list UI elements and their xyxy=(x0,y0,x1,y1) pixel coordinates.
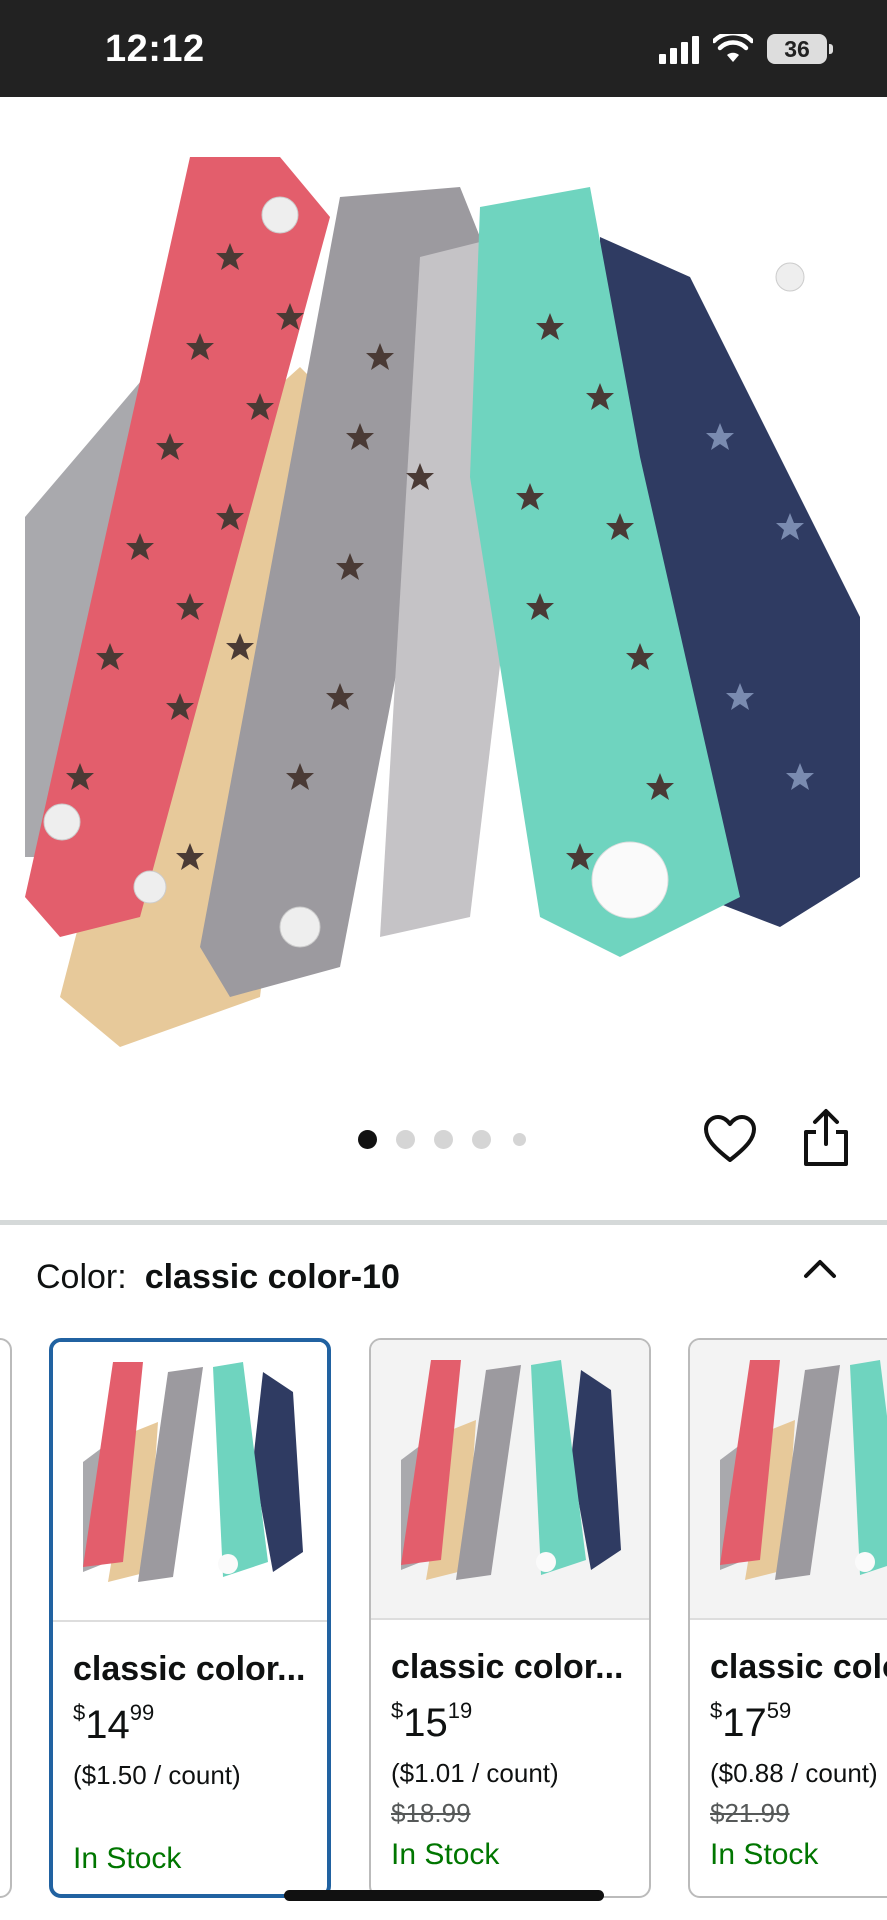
swatch-image xyxy=(720,1360,887,1580)
carousel-dot[interactable] xyxy=(513,1133,526,1146)
swatch-unit-price: ($1.01 / count) xyxy=(391,1758,559,1788)
price-dollars: 14 xyxy=(85,1703,130,1747)
swatch-stock-status: In Stock xyxy=(391,1838,500,1871)
swatch-name: classic color... xyxy=(73,1650,306,1688)
swatch-price: $1499 xyxy=(73,1700,154,1748)
swatch-image xyxy=(401,1360,621,1580)
status-icons: 36 xyxy=(659,34,833,64)
home-indicator[interactable] xyxy=(284,1890,604,1901)
swatch-thumbnail xyxy=(690,1340,887,1620)
swatch-thumbnail xyxy=(53,1342,327,1622)
heart-icon[interactable] xyxy=(702,1112,758,1168)
carousel-dot[interactable] xyxy=(434,1130,453,1149)
swatch-thumbnail xyxy=(371,1340,649,1620)
swatch-stock-status: In Stock xyxy=(710,1838,819,1871)
swatch-price: $1759 xyxy=(710,1698,791,1746)
swatch-card-partial[interactable] xyxy=(0,1338,12,1898)
carousel-dot[interactable] xyxy=(396,1130,415,1149)
battery-icon: 36 xyxy=(767,34,833,64)
swatch-price: $1519 xyxy=(391,1698,472,1746)
product-image[interactable] xyxy=(0,97,887,1097)
swatch-name: classic colo xyxy=(710,1648,887,1686)
chevron-up-icon[interactable] xyxy=(800,1254,840,1284)
price-cents: 59 xyxy=(766,1698,792,1723)
carousel-dot[interactable] xyxy=(472,1130,491,1149)
swatch-name: classic color... xyxy=(391,1648,624,1686)
status-time: 12:12 xyxy=(105,28,205,70)
product-photo-illustration xyxy=(25,157,860,1047)
status-bar: 12:12 36 xyxy=(0,0,887,97)
swatch-was-price: $21.99 xyxy=(710,1798,790,1828)
swatch-unit-price: ($0.88 / count) xyxy=(710,1758,878,1788)
variation-label: Color: xyxy=(36,1258,127,1296)
swatch-card[interactable]: classic colo $1759 ($0.88 / count) $21.9… xyxy=(688,1338,887,1898)
price-cents: 99 xyxy=(129,1700,155,1725)
price-currency: $ xyxy=(391,1698,404,1723)
variation-row: Color: classic color-10 xyxy=(36,1258,400,1297)
swatch-carousel[interactable]: classic color... $1499 ($1.50 / count) I… xyxy=(0,1338,887,1898)
swatch-card[interactable]: classic color... $1519 ($1.01 / count) $… xyxy=(369,1338,651,1898)
price-dollars: 17 xyxy=(722,1701,767,1745)
swatch-was-price: $18.99 xyxy=(391,1798,471,1828)
price-currency: $ xyxy=(710,1698,723,1723)
price-dollars: 15 xyxy=(403,1701,448,1745)
variation-selected-value: classic color-10 xyxy=(144,1258,400,1296)
swatch-stock-status: In Stock xyxy=(73,1842,182,1875)
share-icon[interactable] xyxy=(798,1108,854,1168)
swatch-card[interactable]: classic color... $1499 ($1.50 / count) I… xyxy=(49,1338,331,1898)
price-currency: $ xyxy=(73,1700,86,1725)
swatch-unit-price: ($1.50 / count) xyxy=(73,1760,241,1790)
section-divider xyxy=(0,1220,887,1225)
swatch-image xyxy=(83,1362,303,1582)
carousel-dot[interactable] xyxy=(358,1130,377,1149)
wifi-icon xyxy=(713,34,753,62)
price-cents: 19 xyxy=(447,1698,473,1723)
signal-icon xyxy=(659,34,699,64)
